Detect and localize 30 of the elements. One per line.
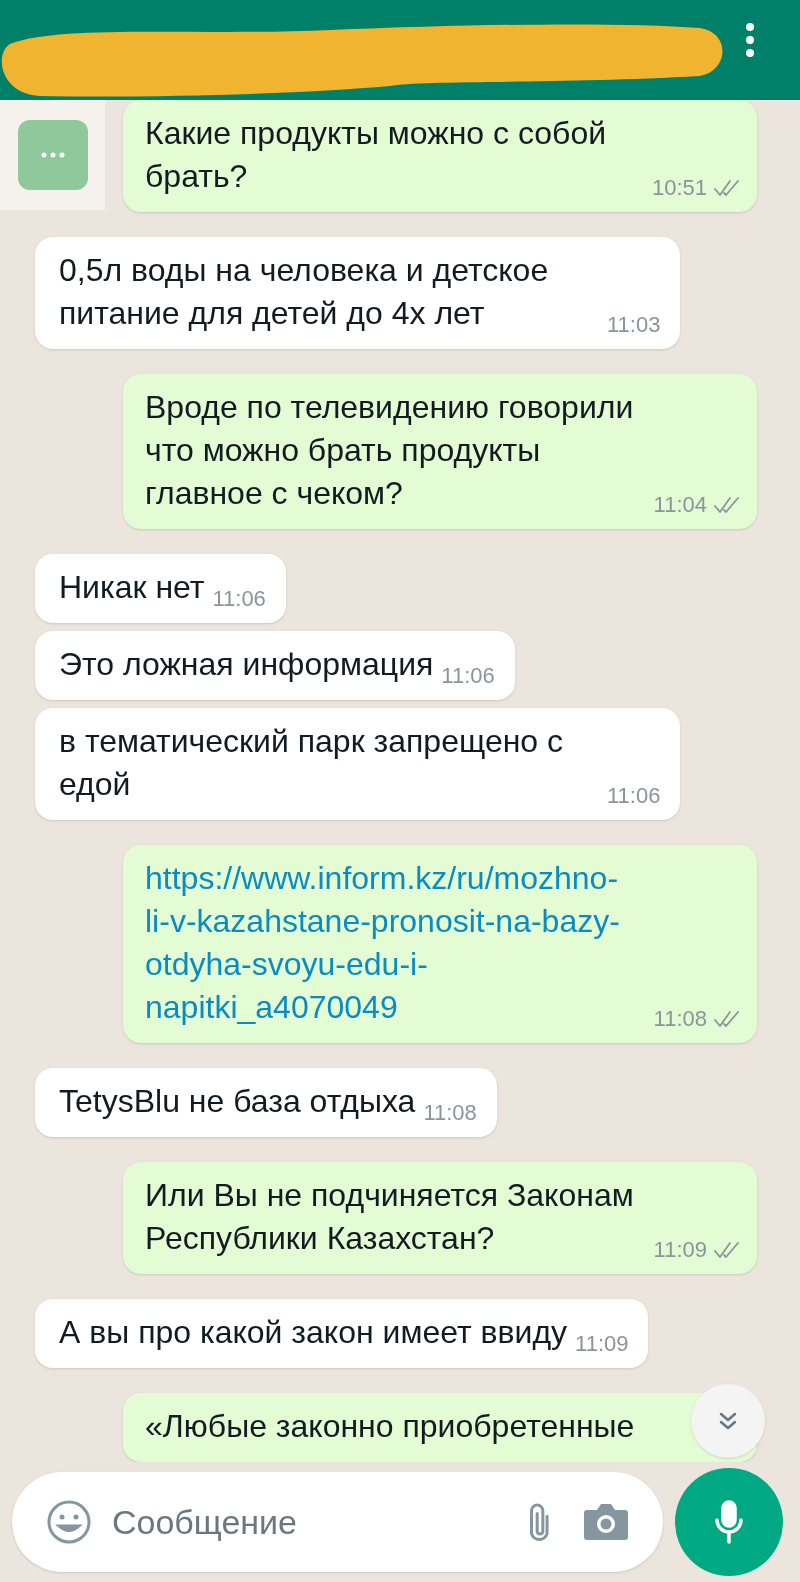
emoji-icon[interactable]	[46, 1499, 92, 1545]
message-text: Это ложная информация	[59, 645, 434, 684]
dots-icon	[40, 152, 65, 158]
message-text: 0,5л воды на человека и детское питание для детей до 4х лет	[59, 251, 550, 333]
message-time: 11:03	[607, 311, 661, 339]
message-text: Какие продукты можно с собой брать?	[145, 114, 608, 196]
message-text: Или Вы не подчиняется Законам Республики Казахстан?	[145, 1176, 635, 1258]
message-time: 11:09	[653, 1236, 707, 1264]
message-time: 10:51	[651, 174, 707, 202]
message-text: в тематический парк запрещено с едой	[59, 722, 565, 804]
message-time: 11:08	[423, 1099, 477, 1127]
message-text: Вроде по телевидению говорили что можно брать продукты главное с чеком?	[145, 388, 635, 513]
message-text: «Любые законно приобретенные	[145, 1407, 635, 1446]
message-link[interactable]: https://www.inform.kz/ru/mozhno-li-v-kazahstane-pronosit-na-bazy-otdyha-svoyu-edu-i-napitki_a4070049	[145, 857, 641, 1029]
message-time: 11:08	[653, 1005, 707, 1033]
message-text: А вы про какой закон имеет ввиду	[59, 1313, 568, 1352]
message-time: 11:06	[441, 662, 495, 690]
message-text: Никак нет	[59, 568, 205, 607]
message-time: 11:06	[607, 782, 661, 810]
message-time: 11:04	[653, 491, 707, 519]
message-time: 11:09	[575, 1330, 629, 1358]
microphone-icon	[714, 1500, 744, 1544]
message-time: 11:06	[212, 585, 266, 613]
composer-bar[interactable]: Сообщение	[12, 1472, 663, 1572]
message-text: TetysBlu не база отдыха	[59, 1082, 416, 1121]
message-input[interactable]: Сообщение	[112, 1496, 497, 1548]
more-button[interactable]	[17, 120, 88, 190]
more-options-icon[interactable]	[745, 22, 755, 58]
camera-icon[interactable]	[583, 1502, 629, 1542]
scroll-down-button[interactable]	[691, 1384, 765, 1458]
